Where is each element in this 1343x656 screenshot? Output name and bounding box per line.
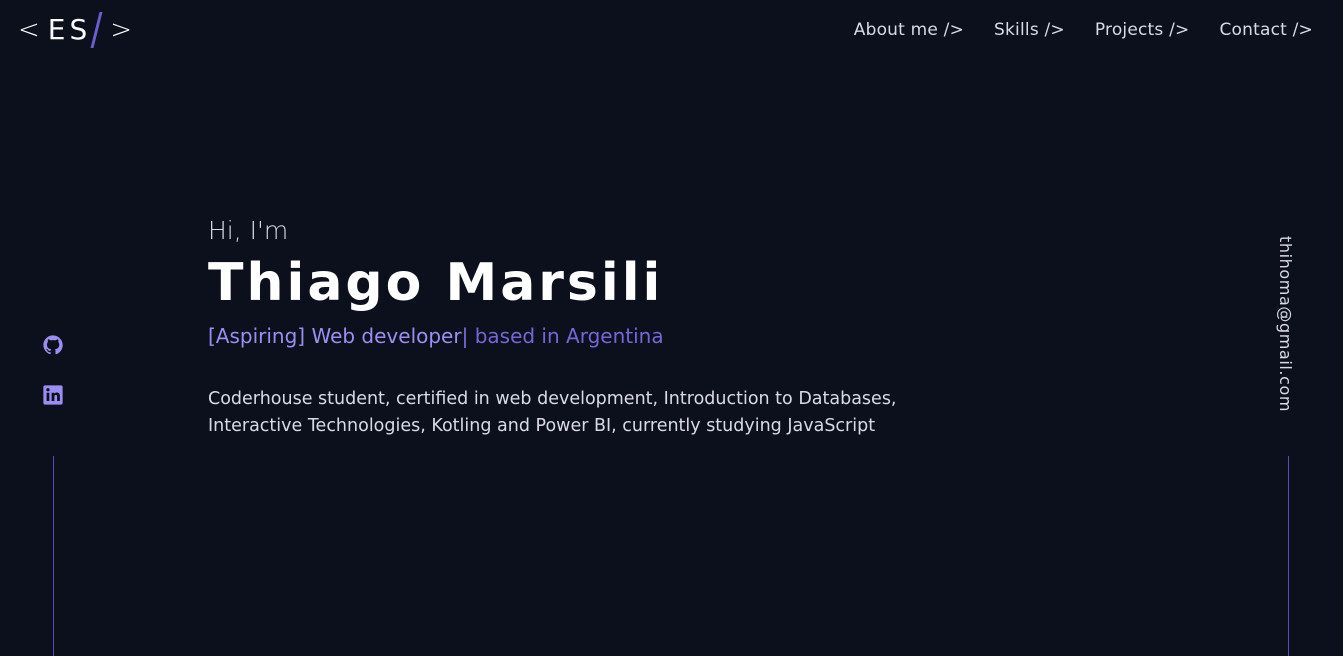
main-nav: About me /> Skills /> Projects /> Contac… [854,20,1313,40]
nav-item-contact[interactable]: Contact /> [1219,20,1313,40]
logo-slash [90,12,103,48]
logo-close-bracket: > [110,15,133,45]
github-link[interactable] [42,334,64,356]
logo-open-bracket: < [18,15,40,45]
logo-letters: ES [47,13,92,46]
right-divider-line [1288,456,1289,656]
email-link[interactable]: thihoma@gmail.com [1276,236,1295,412]
nav-item-projects[interactable]: Projects /> [1095,20,1190,40]
description-line-2: Interactive Technologies, Kotling and Po… [208,416,876,436]
left-divider-line [53,456,54,656]
site-logo[interactable]: < ES > [18,10,132,50]
hero-description: Coderhouse student, certified in web dev… [208,386,968,440]
nav-item-skills[interactable]: Skills /> [994,20,1065,40]
hero-tagline: [Aspiring] Web developer| based in Argen… [208,322,968,350]
portfolio-page: < ES > About me /> Skills /> Projects />… [0,0,1343,656]
linkedin-icon [43,385,63,405]
description-line-1: Coderhouse student, certified in web dev… [208,389,897,409]
github-icon [43,335,63,355]
tagline-role: [Aspiring] Web developer [208,324,462,348]
hero-greeting: Hi, I'm [208,216,289,245]
tagline-location: based in Argentina [468,324,664,348]
linkedin-link[interactable] [42,384,64,406]
social-links [42,334,64,406]
hero-section: Hi, I'm Thiago Marsili [Aspiring] Web de… [208,214,968,440]
hero-name: Thiago Marsili [208,253,664,313]
nav-item-about[interactable]: About me /> [854,20,964,40]
